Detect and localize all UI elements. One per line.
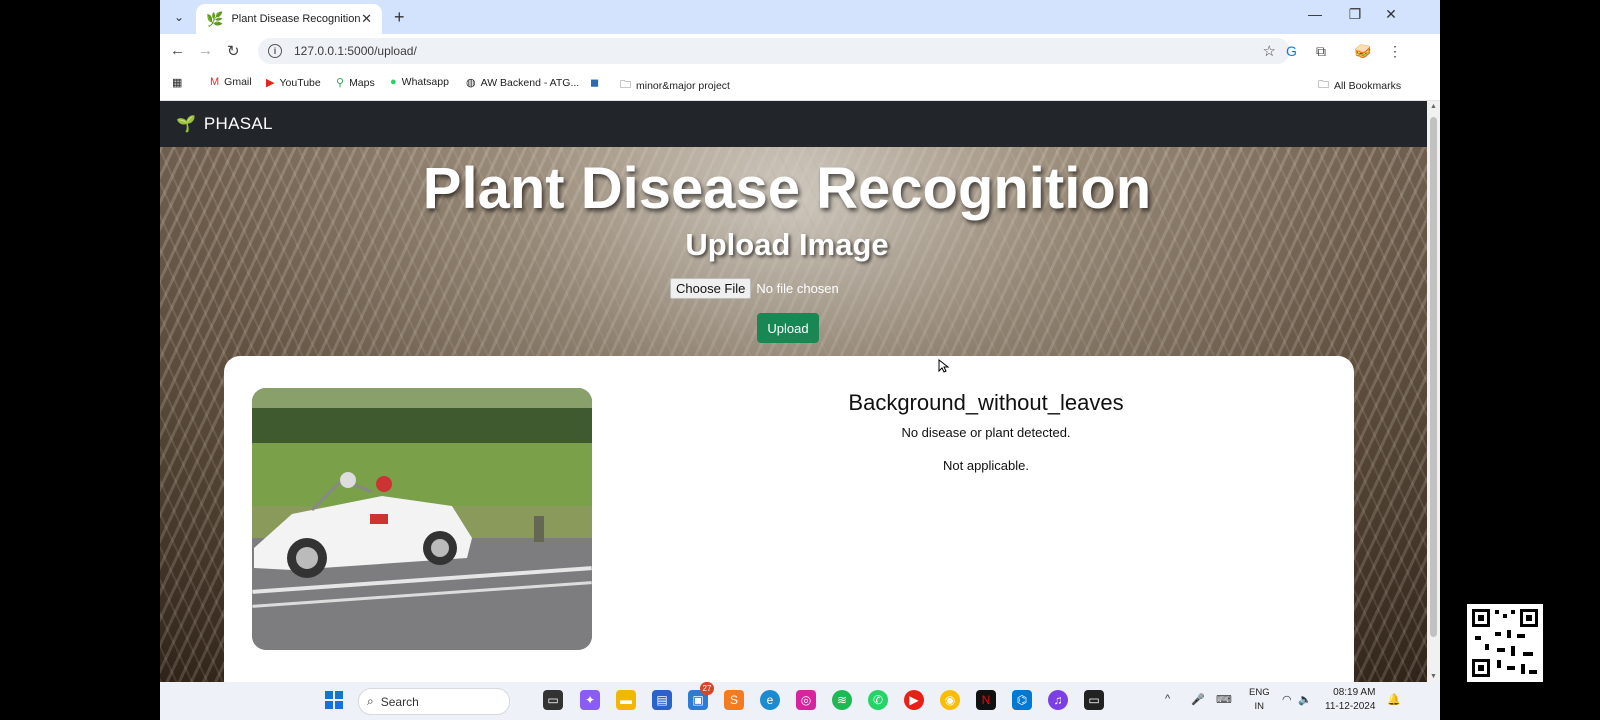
whatsapp-icon[interactable]: ✆	[868, 690, 888, 710]
apps-grid-icon[interactable]: ▦	[172, 76, 182, 89]
volume-icon[interactable]: 🔈	[1298, 693, 1312, 706]
scroll-down-icon[interactable]: ▼	[1430, 673, 1437, 680]
tray-chevron-up-icon[interactable]: ^	[1165, 693, 1170, 705]
windows-taskbar: ⌕ Search ▭ ✦ ▬ ▤ ▣ 27 S e ◎ ≋ ✆ ▶ ◉ N ⌬ …	[160, 682, 1440, 720]
notification-badge: 27	[700, 682, 714, 695]
scroll-up-icon[interactable]: ▲	[1430, 103, 1437, 110]
restore-icon[interactable]: ❐	[1340, 6, 1370, 23]
wifi-icon[interactable]: ◠	[1282, 693, 1292, 706]
close-window-icon[interactable]: ✕	[1376, 6, 1406, 23]
tab-strip: ⌄ 🌿 Plant Disease Recognition ✕ + — ❐ ✕	[160, 0, 1440, 34]
file-explorer-icon[interactable]: ▬	[616, 690, 636, 710]
headphones-icon[interactable]: ♫	[1048, 690, 1068, 710]
folder-icon: 🗀	[620, 79, 631, 91]
language-indicator[interactable]: ENG IN	[1249, 686, 1270, 714]
bookmark-maps[interactable]: ⚲ Maps	[336, 76, 375, 90]
prediction-treatment: Not applicable.	[943, 458, 1029, 473]
browser-toolbar: ← → ↻ i 127.0.0.1:5000/upload/ ☆ G ⧉ 🥪 ⋮	[160, 34, 1440, 68]
browser-tab[interactable]: 🌿 Plant Disease Recognition ✕	[196, 4, 382, 34]
url-text: 127.0.0.1:5000/upload/	[294, 44, 417, 58]
prediction-label: Background_without_leaves	[848, 390, 1124, 415]
screen: ⌄ 🌿 Plant Disease Recognition ✕ + — ❐ ✕ …	[160, 0, 1440, 720]
bookmark-star-icon[interactable]: ☆	[1263, 42, 1276, 60]
youtube-music-icon[interactable]: ▶	[904, 690, 924, 710]
task-view-icon[interactable]: ▭	[543, 690, 563, 710]
page-viewport: 🌱 PHASAL Plant Disease Recognition Uploa…	[160, 101, 1427, 682]
maps-pin-icon: ⚲	[336, 77, 345, 89]
menu-kebab-icon[interactable]: ⋮	[1388, 43, 1402, 60]
tab-search-chevron-icon[interactable]: ⌄	[168, 6, 190, 28]
reload-icon[interactable]: ↻	[227, 42, 240, 60]
translate-icon[interactable]: G	[1286, 43, 1297, 59]
vscode-icon[interactable]: ⌬	[1012, 690, 1032, 710]
notification-bell-icon[interactable]: 🔔	[1387, 693, 1401, 706]
tab-title: Plant Disease Recognition	[231, 13, 361, 25]
forward-icon[interactable]: →	[198, 42, 213, 59]
edge-icon[interactable]: e	[760, 690, 780, 710]
mouse-cursor-icon	[938, 359, 950, 373]
windows-start-icon[interactable]	[325, 691, 343, 709]
site-navbar: 🌱 PHASAL	[160, 101, 1427, 147]
sublime-icon[interactable]: S	[724, 690, 744, 710]
result-card: Background_without_leaves No disease or …	[224, 356, 1354, 682]
gmail-icon: M	[210, 76, 220, 88]
spotify-icon[interactable]: ≋	[832, 690, 852, 710]
plant-favicon-icon: 🌿	[206, 10, 224, 27]
bookmark-youtube[interactable]: ▶ YouTube	[266, 76, 321, 90]
microphone-icon[interactable]: 🎤	[1191, 693, 1205, 706]
plant-logo-icon: 🌱	[176, 116, 196, 133]
bookmark-aw-backend[interactable]: ◍ AW Backend - ATG...	[466, 76, 579, 90]
page-scrollbar[interactable]: ▲ ▼	[1427, 101, 1440, 682]
qr-code-pattern	[1472, 609, 1538, 677]
qr-code	[1467, 604, 1543, 682]
upload-heading: Upload Image	[685, 227, 889, 262]
back-icon[interactable]: ←	[170, 42, 185, 59]
file-status-text: No file chosen	[756, 281, 839, 296]
choose-file-button[interactable]: Choose File	[670, 278, 752, 299]
profile-avatar-icon[interactable]: 🥪	[1354, 43, 1371, 60]
folder-icon: 🗀	[1318, 79, 1329, 91]
bookmark-gmail[interactable]: M Gmail	[210, 76, 252, 88]
search-icon: ⌕	[367, 694, 374, 708]
youtube-icon: ▶	[266, 77, 275, 89]
whatsapp-icon: ●	[390, 76, 397, 88]
system-clock[interactable]: 08:19 AM 11-12-2024	[1325, 686, 1375, 714]
chrome-icon[interactable]: ◉	[940, 690, 960, 710]
instagram-icon[interactable]: ◎	[796, 690, 816, 710]
close-tab-icon[interactable]: ✕	[361, 11, 372, 27]
upload-button[interactable]: Upload	[757, 313, 819, 343]
minimize-icon[interactable]: —	[1300, 6, 1330, 22]
bookmarks-bar: ▦ M Gmail ▶ YouTube ⚲ Maps ● Whatsapp ◍ AW Ba…	[160, 68, 1440, 101]
taskbar-search-label: Search	[380, 694, 419, 709]
page-title: Plant Disease Recognition	[422, 156, 1152, 221]
extensions-icon[interactable]: ⧉	[1316, 43, 1326, 60]
globe-icon: ◍	[466, 77, 476, 89]
bookmark-app[interactable]: ◼	[590, 76, 599, 89]
copilot-icon[interactable]: ✦	[580, 690, 600, 710]
new-tab-icon[interactable]: +	[394, 7, 405, 28]
site-info-icon[interactable]: i	[268, 44, 282, 58]
all-bookmarks[interactable]: 🗀 All Bookmarks	[1318, 76, 1401, 95]
uploaded-photo-car	[252, 388, 592, 650]
bookmark-whatsapp[interactable]: ● Whatsapp	[390, 76, 449, 88]
uploaded-image	[252, 388, 592, 650]
netflix-icon[interactable]: N	[976, 690, 996, 710]
scrollbar-thumb[interactable]	[1430, 117, 1437, 637]
prediction-status: No disease or plant detected.	[901, 425, 1071, 440]
file-input[interactable]: Choose File No file chosen	[670, 278, 839, 299]
terminal-icon[interactable]: ▭	[1084, 690, 1104, 710]
brand-name[interactable]: PHASAL	[204, 114, 273, 134]
bookmark-folder-minor-major[interactable]: 🗀 minor&major project	[620, 76, 730, 95]
microsoft-store-icon[interactable]: ▤	[652, 690, 672, 710]
app-icon: ◼	[590, 77, 600, 89]
taskbar-search[interactable]: ⌕ Search	[358, 688, 510, 715]
hero-section: Plant Disease Recognition Upload Image C…	[160, 147, 1427, 682]
address-bar[interactable]: i 127.0.0.1:5000/upload/ ☆	[258, 38, 1290, 64]
keyboard-icon[interactable]: ⌨	[1216, 693, 1232, 706]
